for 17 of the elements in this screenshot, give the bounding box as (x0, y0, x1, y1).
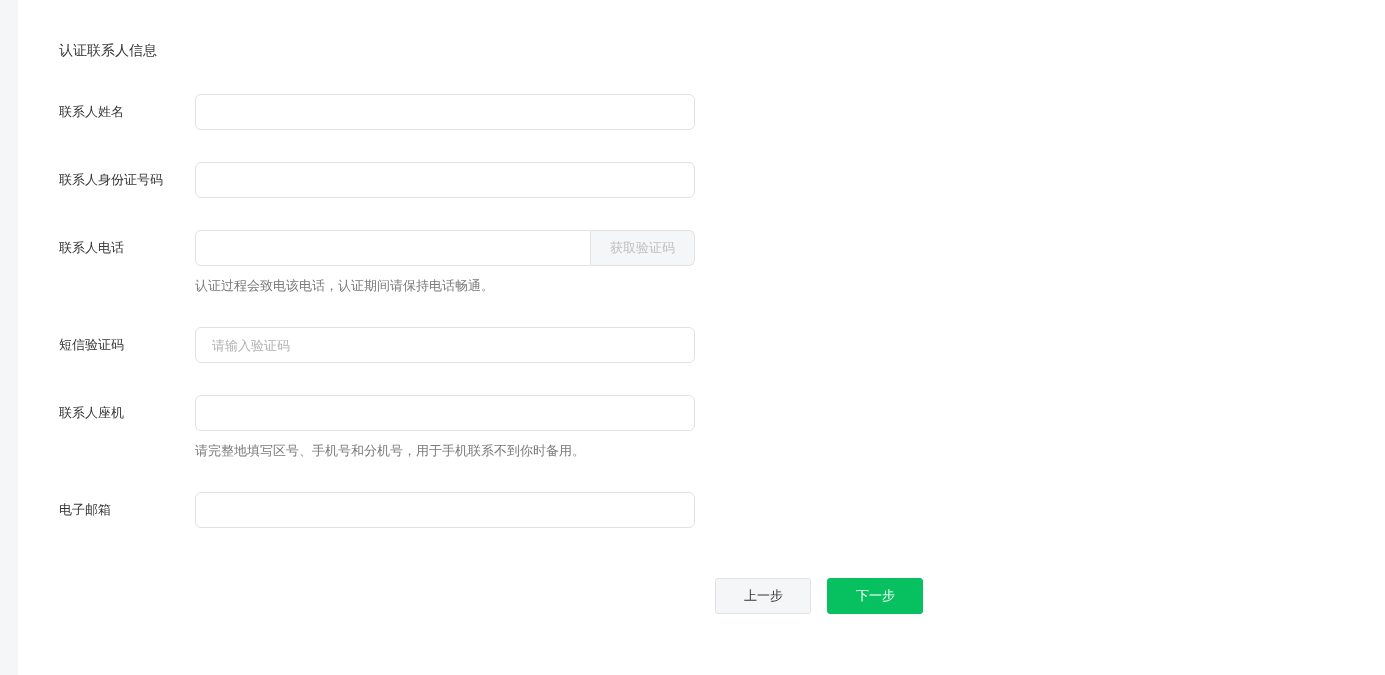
field-label: 联系人姓名 (59, 103, 125, 121)
previous-button[interactable]: 上一步 (715, 578, 811, 614)
input-field[interactable] (195, 395, 695, 431)
input-field[interactable] (195, 230, 591, 266)
hint-text: 请完整地填写区号、手机号和分机号，用于手机联系不到你时备用。 (195, 442, 586, 460)
input-field[interactable] (195, 94, 695, 130)
field-label: 联系人身份证号码 (59, 171, 164, 189)
field-label: 短信验证码 (59, 336, 125, 354)
input-field[interactable] (195, 162, 695, 198)
field-label: 联系人座机 (59, 404, 125, 422)
section-title: 认证联系人信息 (59, 41, 158, 60)
field-label: 联系人电话 (59, 239, 125, 257)
hint-text: 认证过程会致电该电话，认证期间请保持电话畅通。 (195, 277, 495, 295)
next-button[interactable]: 下一步 (827, 578, 923, 614)
input-field[interactable]: 请输入验证码 (195, 327, 695, 363)
field-label: 电子邮箱 (59, 501, 112, 519)
input-field[interactable] (195, 492, 695, 528)
